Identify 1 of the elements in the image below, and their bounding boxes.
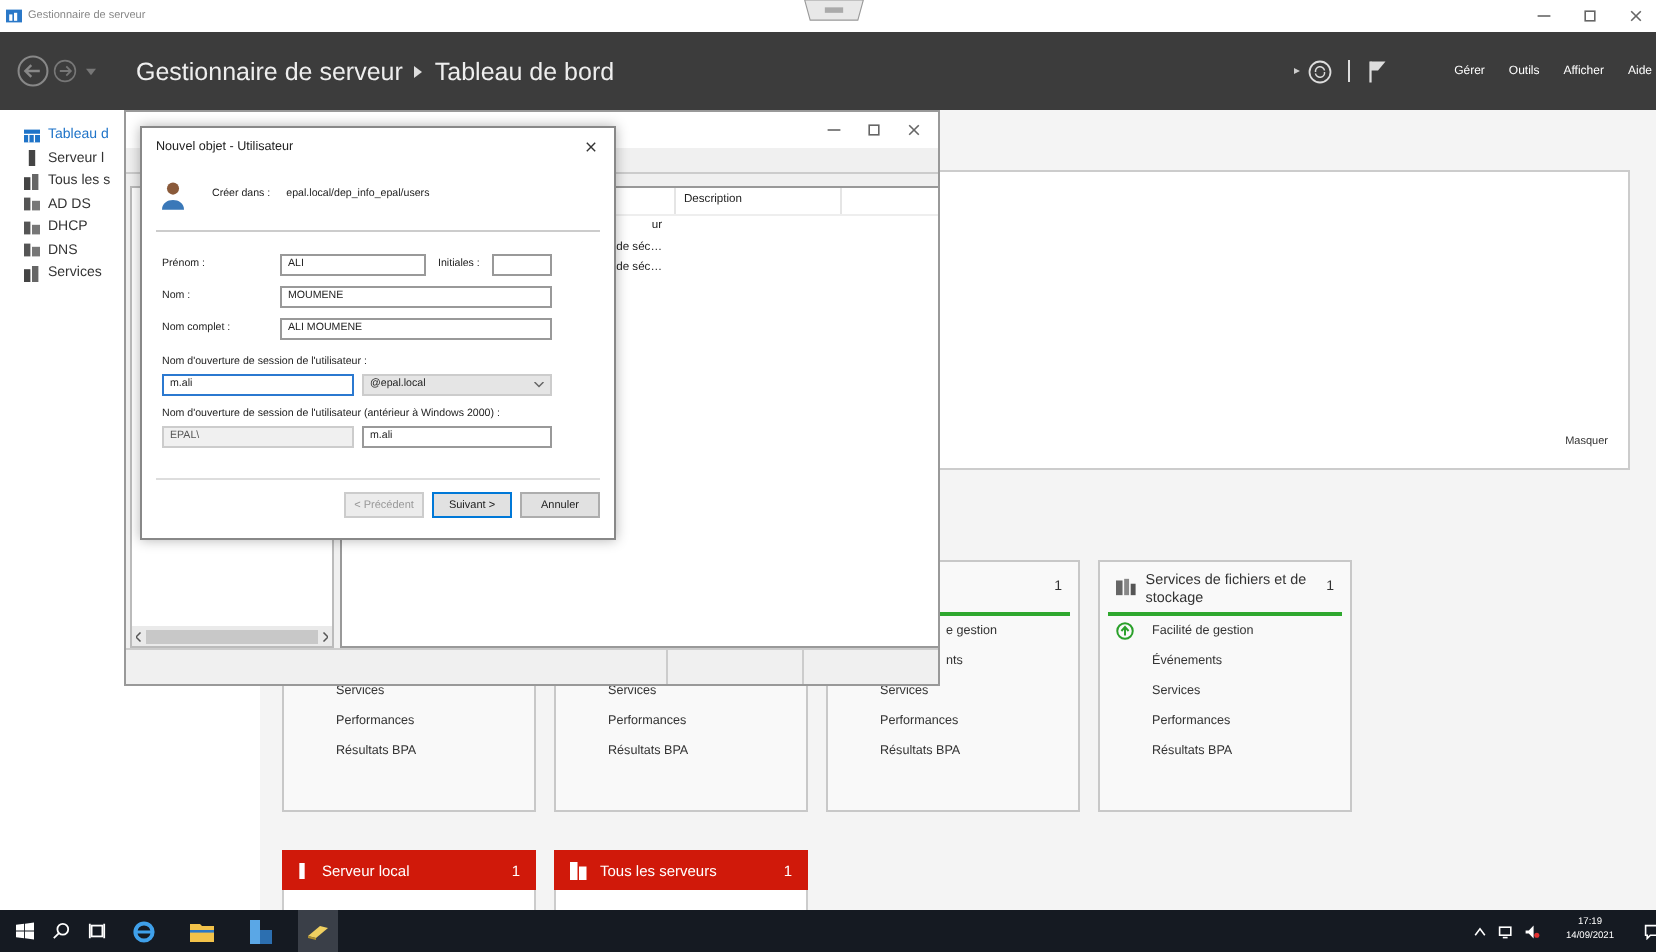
page-title: Tableau de bord [434,57,615,85]
